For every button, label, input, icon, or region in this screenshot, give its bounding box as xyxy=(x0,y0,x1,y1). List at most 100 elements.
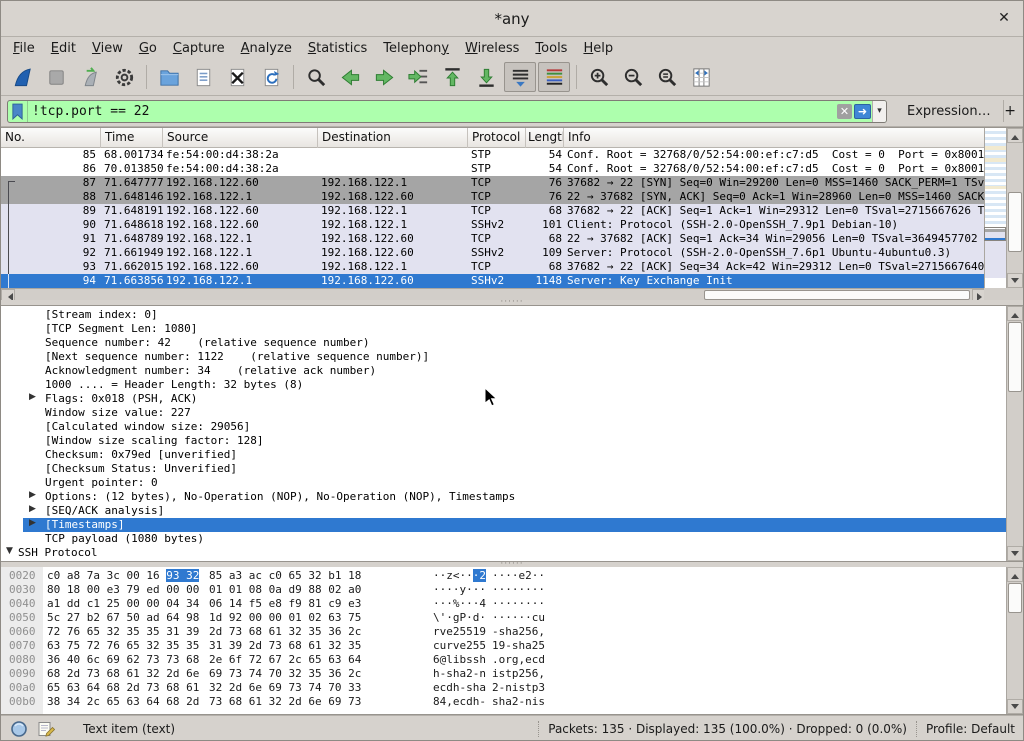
scroll-down-icon[interactable] xyxy=(1007,699,1023,714)
capture-options-button[interactable] xyxy=(108,62,140,92)
menu-file[interactable]: File xyxy=(5,39,43,58)
hex-row[interactable]: 0020c0 a8 7a 3c 00 16 93 3285 a3 ac c0 6… xyxy=(1,569,548,583)
capture-comment-icon[interactable] xyxy=(37,720,55,738)
zoom-out-button[interactable] xyxy=(617,62,649,92)
packet-row[interactable]: 9171.648789678192.168.122.1192.168.122.6… xyxy=(1,232,986,246)
expander-right-icon[interactable]: ▶ xyxy=(29,490,36,500)
column-header-dst[interactable]: Destination xyxy=(318,128,468,148)
column-header-proto[interactable]: Protocol xyxy=(468,128,526,148)
hex-row[interactable]: 003080 18 00 e3 79 ed 00 0001 01 08 0a d… xyxy=(1,583,548,597)
resize-columns-button[interactable] xyxy=(685,62,717,92)
go-last-button[interactable] xyxy=(470,62,502,92)
start-capture-button[interactable] xyxy=(6,62,38,92)
status-profile[interactable]: Profile: Default xyxy=(926,722,1015,736)
detail-line[interactable]: ▶[Timestamps] xyxy=(1,518,1008,532)
menu-analyze[interactable]: Analyze xyxy=(233,39,300,58)
filter-bookmark-icon[interactable] xyxy=(8,101,28,122)
go-forward-button[interactable] xyxy=(368,62,400,92)
filter-clear-icon[interactable]: ✕ xyxy=(837,104,852,119)
colorize-button[interactable] xyxy=(538,62,570,92)
packet-minimap[interactable] xyxy=(984,128,1006,288)
reload-file-button[interactable] xyxy=(255,62,287,92)
hex-row[interactable]: 00a065 63 64 68 2d 73 68 6132 2d 6e 69 7… xyxy=(1,681,548,695)
auto-scroll-button[interactable] xyxy=(504,62,536,92)
detail-line[interactable]: Sequence number: 42 (relative sequence n… xyxy=(1,336,1008,350)
vscroll-thumb[interactable] xyxy=(1008,322,1022,392)
hscroll-thumb[interactable] xyxy=(704,290,970,300)
detail-line[interactable]: ▶[SEQ/ACK analysis] xyxy=(1,504,1008,518)
hex-row[interactable]: 008036 40 6c 69 62 73 73 682e 6f 72 67 2… xyxy=(1,653,548,667)
add-filter-button[interactable]: + xyxy=(1003,101,1017,121)
menu-capture[interactable]: Capture xyxy=(165,39,233,58)
detail-line[interactable]: [Checksum Status: Unverified] xyxy=(1,462,1008,476)
packet-row[interactable]: 9371.662015274192.168.122.60192.168.122.… xyxy=(1,260,986,274)
detail-line[interactable]: [Calculated window size: 29056] xyxy=(1,420,1008,434)
expander-right-icon[interactable]: ▶ xyxy=(29,518,36,528)
detail-line[interactable]: 1000 .... = Header Length: 32 bytes (8) xyxy=(1,378,1008,392)
scroll-down-icon[interactable] xyxy=(1007,273,1023,288)
packet-row[interactable]: 9071.648618924192.168.122.60192.168.122.… xyxy=(1,218,986,232)
zoom-in-button[interactable] xyxy=(583,62,615,92)
menu-telephony[interactable]: Telephony xyxy=(375,39,457,58)
expert-info-icon[interactable] xyxy=(10,720,28,738)
detail-line[interactable]: ▶Options: (12 bytes), No-Operation (NOP)… xyxy=(1,490,1008,504)
find-packet-button[interactable] xyxy=(300,62,332,92)
save-file-button[interactable] xyxy=(187,62,219,92)
close-icon[interactable]: ✕ xyxy=(995,9,1013,27)
hex-row[interactable]: 006072 76 65 32 35 35 31 392d 73 68 61 3… xyxy=(1,625,548,639)
vscroll-thumb[interactable] xyxy=(1008,583,1022,613)
restart-capture-button[interactable] xyxy=(74,62,106,92)
vscroll-thumb[interactable] xyxy=(1008,192,1022,252)
scroll-up-icon[interactable] xyxy=(1007,128,1023,143)
hex-row[interactable]: 009068 2d 73 68 61 32 2d 6e69 73 74 70 3… xyxy=(1,667,548,681)
menu-edit[interactable]: Edit xyxy=(43,39,84,58)
scroll-up-icon[interactable] xyxy=(1007,306,1023,321)
expression-button[interactable]: Expression… xyxy=(901,101,997,122)
packet-row[interactable]: 9471.663856741192.168.122.1192.168.122.6… xyxy=(1,274,986,288)
close-file-button[interactable] xyxy=(221,62,253,92)
go-back-button[interactable] xyxy=(334,62,366,92)
go-to-packet-button[interactable] xyxy=(402,62,434,92)
detail-line[interactable]: [Stream index: 0] xyxy=(1,308,1008,322)
detail-line[interactable]: Acknowledgment number: 34 (relative ack … xyxy=(1,364,1008,378)
go-first-button[interactable] xyxy=(436,62,468,92)
packet-row[interactable]: 8871.648146932192.168.122.1192.168.122.6… xyxy=(1,190,986,204)
detail-line[interactable]: Window size value: 227 xyxy=(1,406,1008,420)
hex-row[interactable]: 007063 75 72 76 65 32 35 3531 39 2d 73 6… xyxy=(1,639,548,653)
detail-line[interactable]: TCP payload (1080 bytes) xyxy=(1,532,1008,546)
hex-row[interactable]: 0040a1 dd c1 25 00 00 04 3406 14 f5 e8 f… xyxy=(1,597,548,611)
column-header-src[interactable]: Source xyxy=(163,128,318,148)
packet-row[interactable]: 8771.647777234192.168.122.60192.168.122.… xyxy=(1,176,986,190)
detail-line[interactable]: [Window size scaling factor: 128] xyxy=(1,434,1008,448)
zoom-100-button[interactable] xyxy=(651,62,683,92)
packet-list-vscrollbar[interactable] xyxy=(1006,128,1023,288)
column-header-no[interactable]: No. xyxy=(1,128,101,148)
stop-capture-button[interactable] xyxy=(40,62,72,92)
menu-help[interactable]: Help xyxy=(575,39,621,58)
packet-row[interactable]: 9271.661949820192.168.122.1192.168.122.6… xyxy=(1,246,986,260)
detail-line[interactable]: ▶Flags: 0x018 (PSH, ACK) xyxy=(1,392,1008,406)
hex-vscrollbar[interactable] xyxy=(1006,567,1023,714)
filter-dropdown-icon[interactable]: ▾ xyxy=(872,101,886,122)
scroll-up-icon[interactable] xyxy=(1007,567,1023,582)
hex-row[interactable]: 00505c 27 b2 67 50 ad 64 981d 92 00 00 0… xyxy=(1,611,548,625)
column-header-time[interactable]: Time xyxy=(101,128,163,148)
open-file-button[interactable] xyxy=(153,62,185,92)
packet-row[interactable]: 8568.001734936fe:54:00:d4:38:2aSTP54Conf… xyxy=(1,148,986,162)
packet-row[interactable]: 8670.013850163fe:54:00:d4:38:2aSTP54Conf… xyxy=(1,162,986,176)
detail-line[interactable]: Checksum: 0x79ed [unverified] xyxy=(1,448,1008,462)
detail-line[interactable]: [Next sequence number: 1122 (relative se… xyxy=(1,350,1008,364)
menu-statistics[interactable]: Statistics xyxy=(300,39,375,58)
menu-view[interactable]: View xyxy=(84,39,131,58)
scroll-down-icon[interactable] xyxy=(1007,546,1023,561)
hex-row[interactable]: 00b038 34 2c 65 63 64 68 2d73 68 61 32 2… xyxy=(1,695,548,709)
expander-right-icon[interactable]: ▶ xyxy=(29,392,36,402)
details-vscrollbar[interactable] xyxy=(1006,306,1023,561)
menu-go[interactable]: Go xyxy=(131,39,165,58)
display-filter-input[interactable] xyxy=(28,101,836,122)
column-header-info[interactable]: Info xyxy=(564,128,986,148)
expander-down-icon[interactable]: ▼ xyxy=(6,546,13,556)
menu-tools[interactable]: Tools xyxy=(527,39,575,58)
detail-line[interactable]: ▼SSH Protocol xyxy=(1,546,1008,560)
packet-row[interactable]: 8971.648191037192.168.122.60192.168.122.… xyxy=(1,204,986,218)
